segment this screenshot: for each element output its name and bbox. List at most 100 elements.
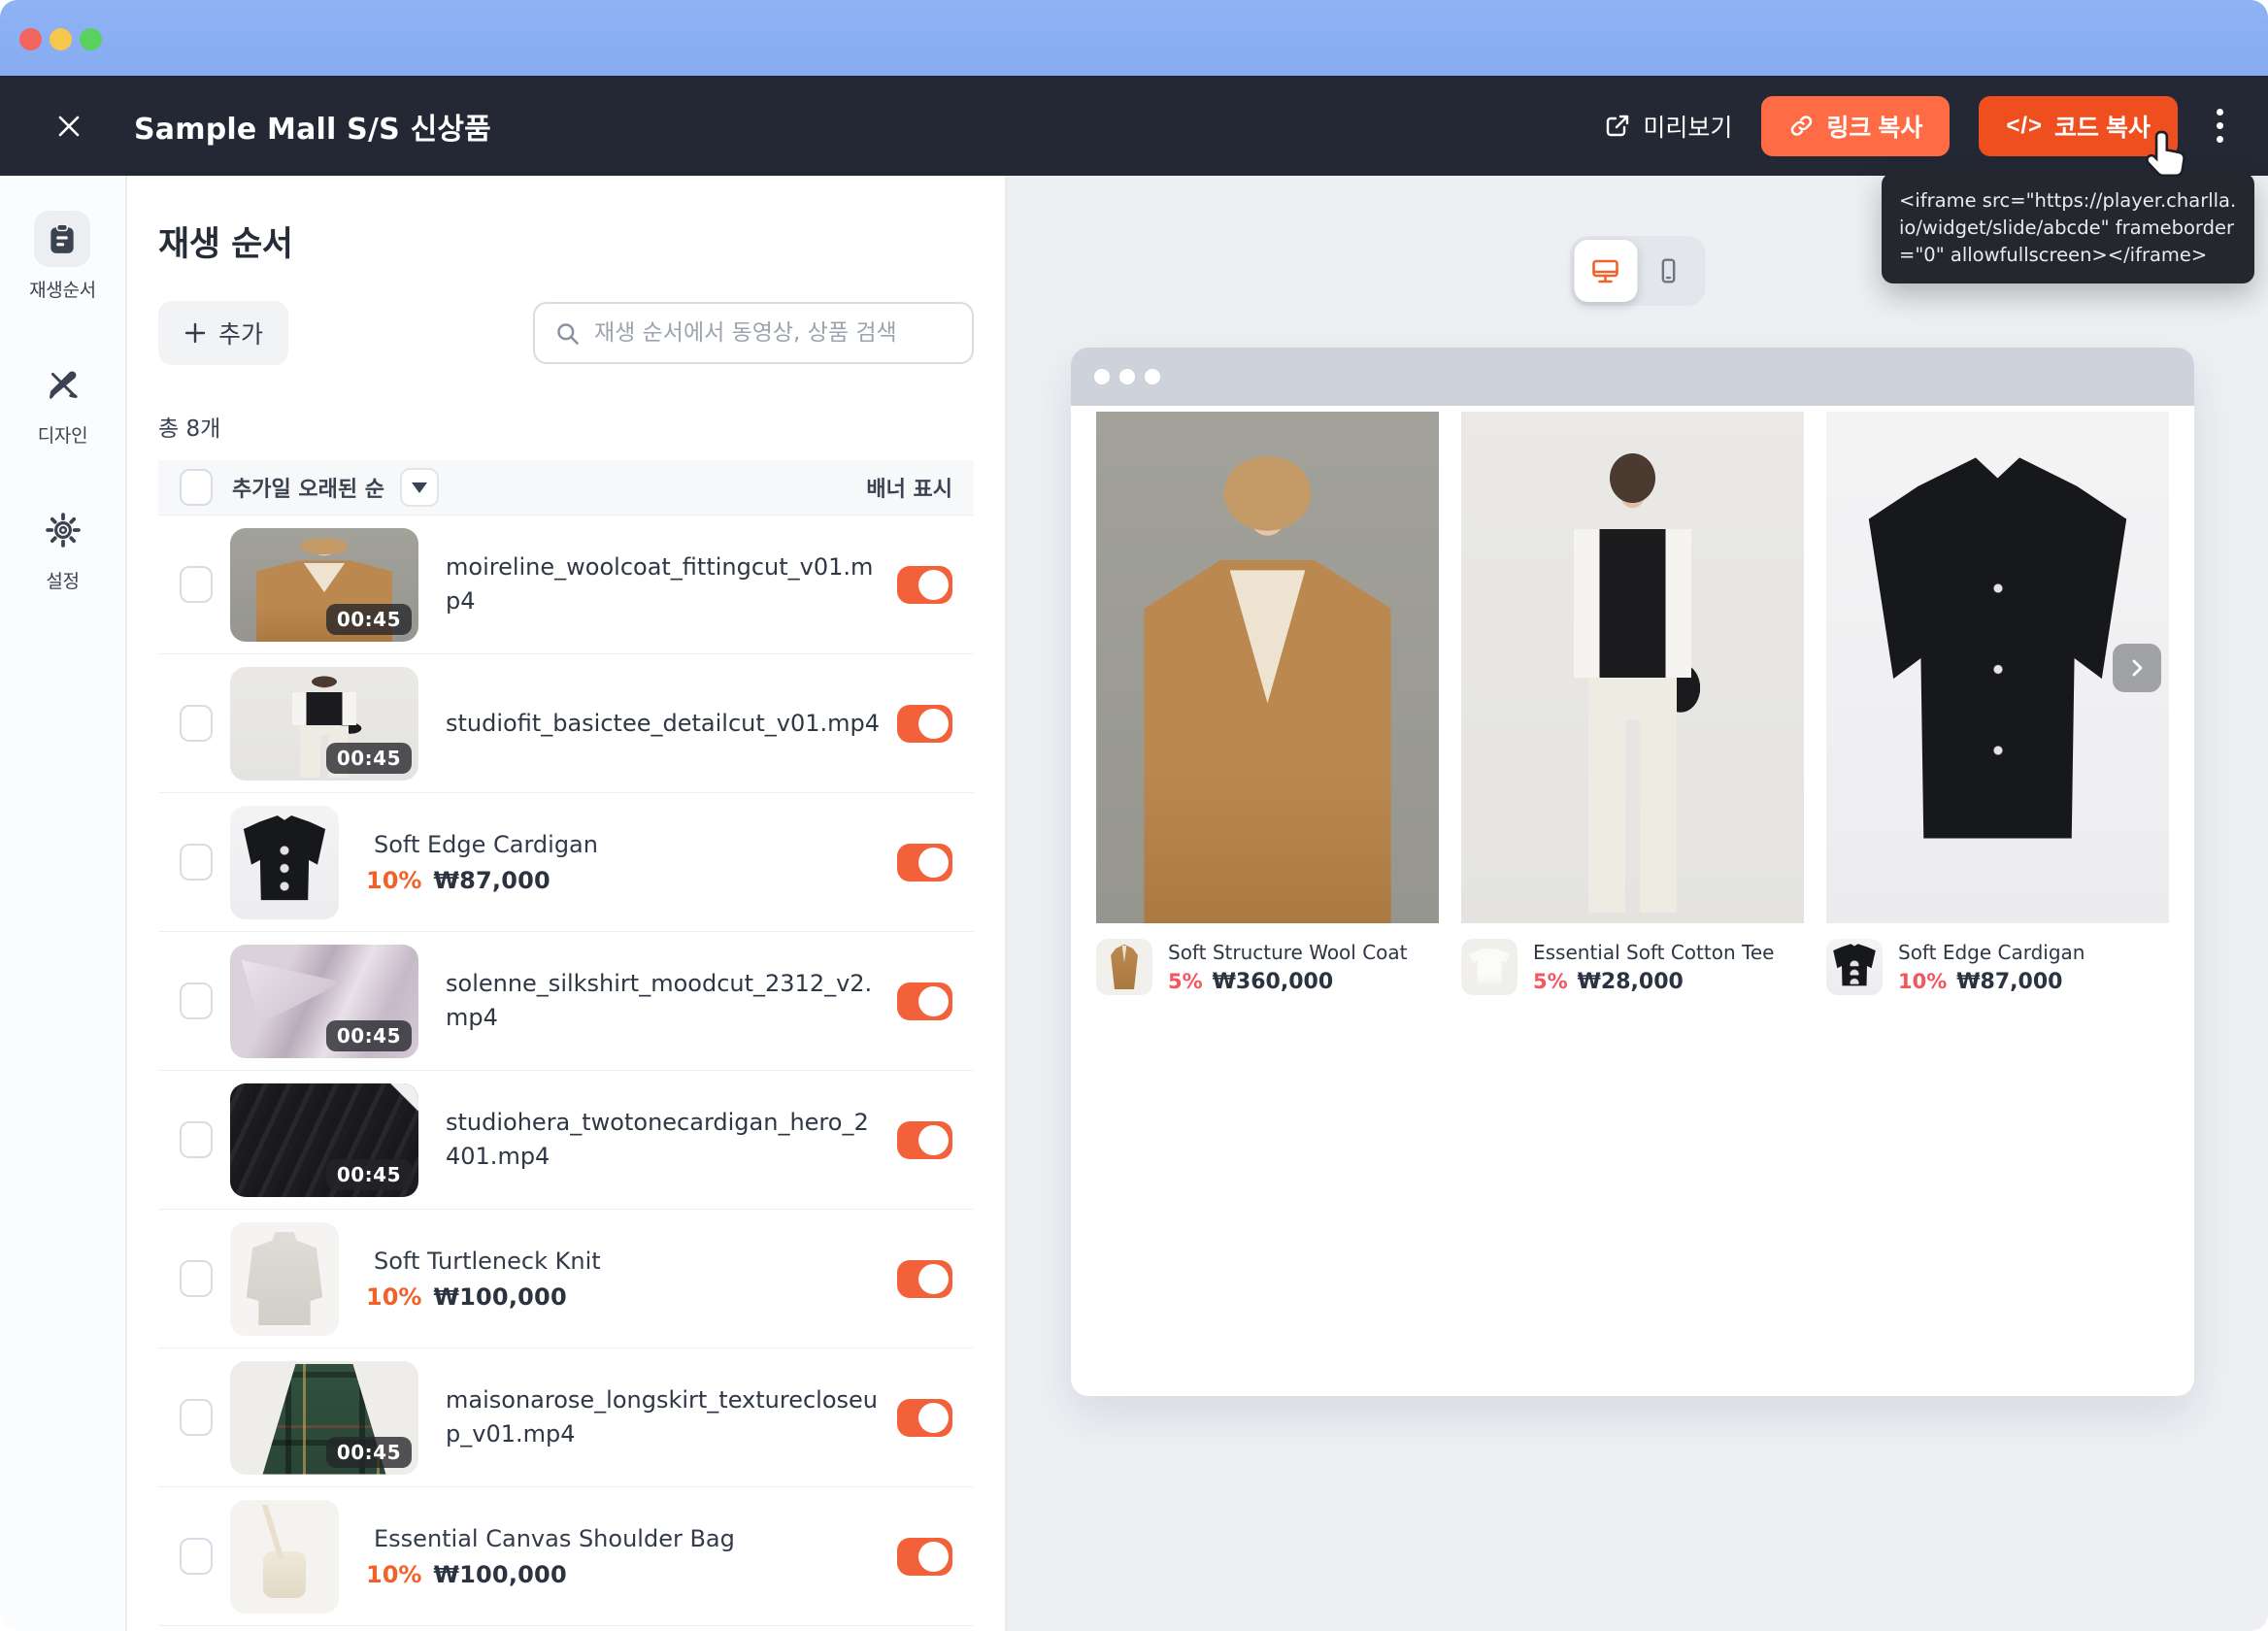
row-checkbox[interactable] bbox=[180, 1399, 213, 1436]
sidebar-item-label: 설정 bbox=[46, 567, 79, 593]
video-filename: solenne_silkshirt_moodcut_2312_v2.mp4 bbox=[446, 967, 897, 1035]
product-price: ₩100,000 bbox=[433, 1283, 566, 1311]
desktop-toggle-button[interactable] bbox=[1574, 240, 1637, 302]
banner-toggle[interactable] bbox=[897, 1260, 952, 1298]
video-filename: studiofit_basictee_detailcut_v01.mp4 bbox=[446, 707, 897, 741]
duration-badge: 00:45 bbox=[326, 604, 412, 635]
sidebar-item-playlist[interactable]: 재생순서 bbox=[29, 211, 96, 302]
copy-link-label: 링크 복사 bbox=[1826, 109, 1922, 144]
banner-toggle[interactable] bbox=[897, 1538, 952, 1576]
playlist-row: 00:45 maisonarose_longskirt_textureclose… bbox=[158, 1348, 974, 1487]
design-tools-icon bbox=[35, 356, 91, 413]
page-title: Sample Mall S/S 신상품 bbox=[134, 105, 491, 148]
row-checkbox[interactable] bbox=[180, 1121, 213, 1158]
product-card[interactable]: Soft Edge Cardigan 10% ₩87,000 bbox=[1826, 412, 2169, 995]
preview-button[interactable]: 미리보기 bbox=[1604, 109, 1732, 144]
video-thumbnail[interactable]: 00:45 bbox=[230, 528, 418, 642]
device-toggle bbox=[1570, 236, 1705, 306]
browser-dot-icon bbox=[1145, 369, 1160, 384]
product-image-wool-coat bbox=[1096, 412, 1439, 923]
select-all-checkbox[interactable] bbox=[180, 469, 213, 506]
code-icon: </> bbox=[2006, 113, 2043, 140]
discount-rate: 10% bbox=[366, 1561, 421, 1588]
total-count: 총 8개 bbox=[158, 410, 974, 443]
playlist-row: 00:45 solenne_silkshirt_moodcut_2312_v2.… bbox=[158, 932, 974, 1071]
video-thumbnail[interactable]: 00:45 bbox=[230, 945, 418, 1058]
duration-badge: 00:45 bbox=[326, 1437, 412, 1468]
close-button[interactable] bbox=[47, 104, 91, 149]
add-button-label: 추가 bbox=[218, 316, 263, 350]
row-checkbox[interactable] bbox=[180, 844, 213, 881]
product-name: Soft Turtleneck Knit bbox=[374, 1248, 897, 1275]
product-thumb bbox=[1096, 939, 1152, 995]
banner-toggle[interactable] bbox=[897, 1121, 952, 1159]
banner-toggle[interactable] bbox=[897, 1399, 952, 1437]
product-name: Soft Edge Cardigan bbox=[374, 831, 897, 858]
card-discount: 5% bbox=[1168, 970, 1203, 993]
product-thumbnail[interactable] bbox=[230, 806, 339, 919]
row-checkbox[interactable] bbox=[180, 566, 213, 603]
duration-badge: 00:45 bbox=[326, 1159, 412, 1190]
traffic-light-close-icon[interactable] bbox=[19, 28, 42, 50]
sidebar-item-label: 디자인 bbox=[38, 421, 88, 448]
banner-column-label: 배너 표시 bbox=[866, 472, 952, 503]
playlist-row: Essential Canvas Shoulder Bag 10% ₩100,0… bbox=[158, 1487, 974, 1626]
product-image-edge-cardigan bbox=[1826, 412, 2169, 923]
sort-dropdown-button[interactable] bbox=[400, 468, 439, 507]
panel-title: 재생 순서 bbox=[158, 216, 974, 266]
browser-dot-icon bbox=[1119, 369, 1135, 384]
row-checkbox[interactable] bbox=[180, 705, 213, 742]
preview-panel: Soft Structure Wool Coat 5% ₩360,000 bbox=[1007, 176, 2268, 1631]
product-thumbnail[interactable] bbox=[230, 1500, 339, 1614]
thumbnail-image-black-cardigan bbox=[230, 806, 339, 919]
row-checkbox[interactable] bbox=[180, 1538, 213, 1575]
product-card[interactable]: Soft Structure Wool Coat 5% ₩360,000 bbox=[1096, 412, 1439, 995]
preview-label: 미리보기 bbox=[1643, 109, 1732, 144]
smartphone-icon bbox=[1653, 255, 1684, 286]
card-product-name: Essential Soft Cotton Tee bbox=[1533, 941, 1774, 964]
duration-badge: 00:45 bbox=[326, 743, 412, 774]
card-price: ₩87,000 bbox=[1956, 970, 2062, 994]
gear-icon bbox=[35, 502, 91, 558]
banner-toggle[interactable] bbox=[897, 982, 952, 1020]
search-icon bbox=[554, 320, 581, 347]
clipboard-icon bbox=[34, 211, 90, 267]
card-discount: 10% bbox=[1898, 970, 1947, 993]
playlist-panel: 재생 순서 추가 총 8개 추가일 오래된 순 배너 표시 bbox=[127, 176, 1007, 1631]
add-button[interactable]: 추가 bbox=[158, 301, 288, 365]
banner-toggle[interactable] bbox=[897, 566, 952, 604]
row-checkbox[interactable] bbox=[180, 1260, 213, 1297]
copy-link-button[interactable]: 링크 복사 bbox=[1761, 96, 1950, 156]
browser-dot-icon bbox=[1094, 369, 1110, 384]
traffic-light-zoom-icon[interactable] bbox=[80, 28, 102, 50]
mobile-toggle-button[interactable] bbox=[1637, 240, 1700, 302]
banner-toggle[interactable] bbox=[897, 705, 952, 743]
sidebar-item-design[interactable]: 디자인 bbox=[35, 356, 91, 448]
video-thumbnail[interactable]: 00:45 bbox=[230, 1083, 418, 1197]
row-checkbox[interactable] bbox=[180, 982, 213, 1019]
product-thumb bbox=[1461, 939, 1518, 995]
card-price: ₩360,000 bbox=[1213, 970, 1333, 994]
video-thumbnail[interactable]: 00:45 bbox=[230, 1361, 418, 1475]
more-menu-button[interactable] bbox=[2207, 101, 2233, 150]
slider-next-button[interactable] bbox=[2113, 644, 2161, 692]
sidebar: 재생순서 디자인 bbox=[0, 176, 127, 1631]
banner-toggle[interactable] bbox=[897, 844, 952, 882]
video-filename: studiohera_twotonecardigan_hero_2401.mp4 bbox=[446, 1106, 897, 1174]
sidebar-item-settings[interactable]: 설정 bbox=[35, 502, 91, 593]
video-thumbnail[interactable]: 00:45 bbox=[230, 667, 418, 781]
search-input[interactable] bbox=[594, 320, 952, 346]
hand-cursor-icon bbox=[2142, 128, 2192, 179]
widget-preview-window: Soft Structure Wool Coat 5% ₩360,000 bbox=[1071, 348, 2194, 1396]
product-card[interactable]: Essential Soft Cotton Tee 5% ₩28,000 bbox=[1461, 412, 1804, 995]
thumbnail-image-canvas-bag bbox=[230, 1500, 339, 1614]
product-thumbnail[interactable] bbox=[230, 1222, 339, 1336]
browser-chrome-bar bbox=[1071, 348, 2194, 406]
mac-titlebar bbox=[0, 0, 2268, 76]
traffic-light-minimize-icon[interactable] bbox=[50, 28, 72, 50]
sidebar-item-label: 재생순서 bbox=[29, 276, 96, 302]
video-filename: moireline_woolcoat_fittingcut_v01.mp4 bbox=[446, 550, 897, 618]
discount-rate: 10% bbox=[366, 1283, 421, 1311]
playlist-row: Soft Turtleneck Knit 10% ₩100,000 bbox=[158, 1210, 974, 1348]
product-slider: Soft Structure Wool Coat 5% ₩360,000 bbox=[1071, 406, 2194, 995]
